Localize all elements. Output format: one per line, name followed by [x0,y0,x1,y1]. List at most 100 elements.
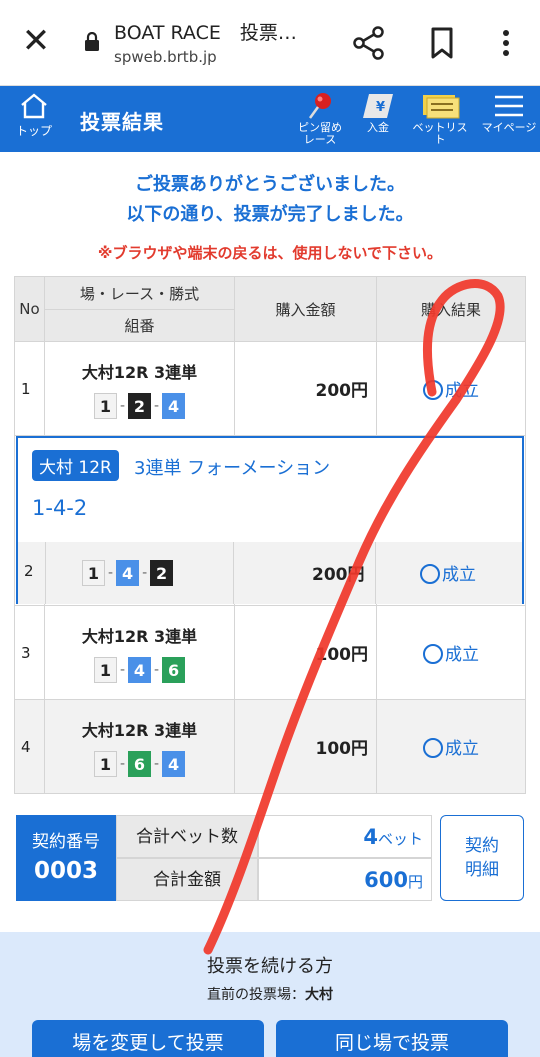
boat-number: 4 [128,656,151,683]
close-icon[interactable]: ✕ [20,24,52,58]
contract-number: 0003 [33,858,98,884]
circle-icon [423,380,443,400]
previous-venue-value: 大村 [305,987,333,1003]
detail-line-1: 契約 [465,836,499,856]
same-venue-button[interactable]: 同じ場で投票 [276,1020,508,1057]
total-amount-number: 600 [364,868,408,892]
combo: 1 - 4 - 2 [82,560,174,586]
row-result: 成立 [376,699,526,794]
browser-toolbar: ✕ BOAT RACE 投票… spweb.brtb.jp [0,0,540,86]
betlist-button[interactable]: ベットリスト [408,92,472,146]
deposit-button[interactable]: ¥ 入金 [356,92,400,134]
boat-number: 2 [128,392,151,419]
boat-number: 1 [93,656,117,683]
divider [375,542,376,604]
combo-dash: - [108,565,114,581]
combo-dash: - [119,755,125,772]
boat-number: 1 [93,750,117,777]
betlist-label: ベットリスト [412,121,468,146]
mypage-label: マイページ [481,121,537,134]
total-bets-label: 合計ベット数 [116,815,258,858]
betlist-icon [423,95,460,119]
pin-label-2: レース [303,133,337,146]
warning-message: ※ブラウザや端末の戻るは、使用しないで下さい。 [97,244,443,262]
total-amount-unit: 円 [407,873,423,891]
circle-icon [423,644,443,664]
boat-number: 6 [128,750,151,777]
circle-icon [423,738,443,758]
bookmark-icon[interactable] [428,26,456,60]
bet-type: 3連単 フォーメーション [134,458,331,479]
total-bets-number: 4 [363,825,378,849]
result-text: 成立 [442,565,476,585]
col-header-no: No [14,276,45,342]
row-amount: 200円 [234,341,377,436]
total-amount-value: 600円 [258,858,432,901]
continue-voting-panel: 投票を続ける方 直前の投票場：大村 場を変更して投票 同じ場で投票 [0,932,540,1057]
continue-title: 投票を続ける方 [207,956,333,977]
more-vertical-icon[interactable] [496,26,516,60]
boat-number: 1 [82,560,105,586]
detail-line-2: 明細 [465,860,499,880]
boat-number: 2 [150,560,174,586]
contract-number-box: 契約番号 0003 [16,815,116,901]
row-race: 大村12R 3連単 1 - 6 - 4 [44,699,235,794]
pin-race-button[interactable]: ピン留め レース [290,92,350,146]
row-result: 成立 [376,605,526,700]
boat-number: 4 [116,560,140,586]
row-no: 4 [14,699,45,794]
selected-bet-detail[interactable]: 大村 12R 3連単 フォーメーション 1-4-2 2 1 - 4 - 2 20… [16,436,524,604]
deposit-label: 入金 [367,121,389,134]
top-nav-button[interactable]: トップ [12,92,56,139]
combo-dash: - [142,565,148,581]
table-row: 1 大村12R 3連単 1 - 2 - 4 200円 成立 [14,341,526,436]
row-no: 1 [14,341,45,436]
divider [233,542,234,604]
row-amount: 100円 [234,605,377,700]
circle-icon [420,564,440,584]
row-race: 大村12R 3連単 1 - 2 - 4 [44,341,235,436]
combo-dash: - [119,661,125,678]
contract-label: 契約番号 [32,832,100,852]
mypage-button[interactable]: マイページ [478,92,540,134]
table-row: 4 大村12R 3連単 1 - 6 - 4 100円 成立 [14,699,526,794]
col-header-combo: 組番 [44,309,235,342]
venue-race-tag: 大村 12R [32,450,119,481]
combo-dash: - [154,755,160,772]
browser-url[interactable]: spweb.brtb.jp [114,48,217,66]
share-icon[interactable] [352,26,386,60]
table-row: 3 大村12R 3連単 1 - 4 - 6 100円 成立 [14,605,526,700]
race-name: 大村12R 3連単 [81,362,198,382]
thanks-line-1: ご投票ありがとうございました。 [135,174,405,195]
combo-dash: - [154,661,160,678]
browser-page-title: BOAT RACE 投票… [114,22,297,44]
contract-summary: 契約番号 0003 合計ベット数 4ベット 合計金額 600円 契約 明細 [16,815,524,903]
thanks-line-2: 以下の通り、投票が完了しました。 [126,204,414,225]
pin-icon [308,93,331,119]
boat-number: 6 [162,656,186,683]
svg-text:¥: ¥ [376,100,385,115]
col-header-race: 場・レース・勝式 [44,276,235,310]
combo: 1 - 2 - 4 [93,392,186,419]
lock-icon [85,32,99,51]
row-race: 大村12R 3連単 1 - 4 - 6 [44,605,235,700]
row-no: 2 [24,562,34,580]
home-icon [21,93,47,119]
page-title: 投票結果 [80,110,164,134]
result-text: 成立 [445,739,479,759]
row-result: 成立 [376,341,526,436]
change-venue-button[interactable]: 場を変更して投票 [32,1020,264,1057]
divider [45,542,46,604]
total-bets-value: 4ベット [258,815,432,858]
bet-combination: 1-4-2 [32,496,88,520]
contract-detail-button[interactable]: 契約 明細 [440,815,524,901]
total-amount-label: 合計金額 [116,858,258,901]
result-text: 成立 [445,381,479,401]
boat-number: 1 [93,392,117,419]
boat-number: 4 [162,750,186,777]
menu-icon [495,95,523,117]
deposit-icon: ¥ [363,94,393,118]
row-amount: 200円 [312,565,365,585]
row-result: 成立 [420,560,476,585]
race-name: 大村12R 3連単 [81,720,198,740]
